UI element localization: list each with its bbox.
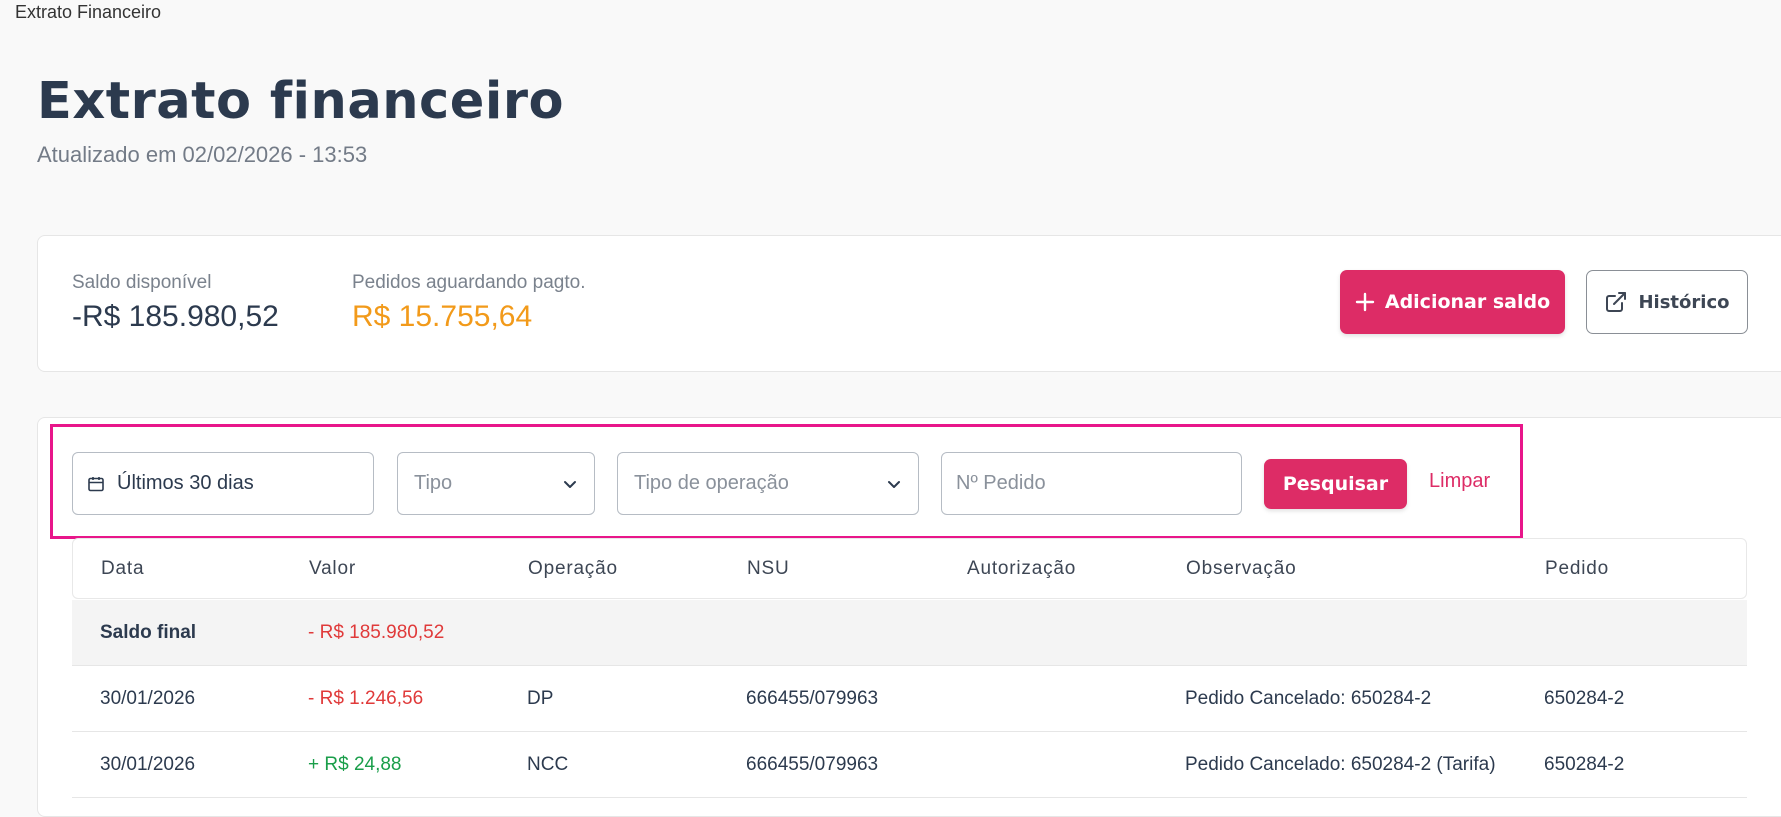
history-button[interactable]: Histórico (1586, 270, 1748, 334)
column-header-date[interactable]: Data (101, 558, 144, 580)
cell-nsu: 666455/079963 (746, 754, 879, 775)
date-range-value: Últimos 30 dias (117, 472, 254, 494)
add-balance-button[interactable]: Adicionar saldo (1340, 270, 1565, 334)
add-balance-label: Adicionar saldo (1384, 291, 1551, 313)
type-select[interactable]: Tipo (397, 452, 595, 515)
last-updated-text: Atualizado em 02/02/2026 - 13:53 (37, 142, 368, 167)
cell-date: 30/01/2026 (100, 688, 196, 709)
column-header-nsu[interactable]: NSU (747, 558, 790, 580)
pending-orders: Pedidos aguardando pagto. R$ 15.755,64 (352, 272, 585, 334)
cell-order: 650284-2 (1544, 754, 1625, 775)
clear-filters-link[interactable]: Limpar (1429, 470, 1490, 493)
cell-operation: NCC (527, 754, 569, 775)
order-number-placeholder: Nº Pedido (956, 472, 1046, 494)
column-header-value[interactable]: Valor (309, 558, 356, 580)
type-select-placeholder: Tipo (414, 472, 453, 494)
history-label: Histórico (1638, 291, 1730, 313)
cell-nsu: 666455/079963 (746, 688, 879, 709)
cell-observation: Pedido Cancelado: 650284-2 (Tarifa) (1185, 754, 1496, 775)
available-balance-value: -R$ 185.980,52 (72, 300, 279, 333)
final-balance-label: Saldo final (100, 622, 197, 643)
balance-summary-card: Saldo disponível -R$ 185.980,52 Pedidos … (37, 235, 1781, 372)
cell-value: - R$ 1.246,56 (308, 688, 424, 709)
column-header-observation[interactable]: Observação (1186, 558, 1296, 580)
operation-type-placeholder: Tipo de operação (634, 472, 789, 494)
plus-icon (1355, 292, 1375, 312)
cell-order: 650284-2 (1544, 688, 1625, 709)
calendar-icon (88, 476, 104, 491)
cell-operation: DP (527, 688, 554, 709)
page-title: Extrato financeiro (37, 72, 565, 131)
available-balance: Saldo disponível -R$ 185.980,52 (72, 272, 279, 334)
window-title: Extrato Financeiro (15, 2, 162, 22)
table-header: Data Valor Operação NSU Autorização Obse… (72, 538, 1747, 599)
search-button[interactable]: Pesquisar (1264, 459, 1407, 509)
table-row[interactable]: 30/01/2026 + R$ 24,88 NCC 666455/079963 … (72, 732, 1747, 798)
column-header-order[interactable]: Pedido (1545, 558, 1609, 580)
chevron-down-icon (888, 480, 900, 488)
column-header-authorization[interactable]: Autorização (967, 558, 1076, 580)
date-range-picker[interactable]: Últimos 30 dias (72, 452, 374, 515)
operation-type-select[interactable]: Tipo de operação (617, 452, 919, 515)
available-balance-label: Saldo disponível (72, 272, 212, 293)
chevron-down-icon (564, 480, 576, 488)
cell-observation: Pedido Cancelado: 650284-2 (1185, 688, 1432, 709)
order-number-input[interactable]: Nº Pedido (941, 452, 1242, 515)
cell-value: + R$ 24,88 (308, 754, 402, 775)
pending-orders-value: R$ 15.755,64 (352, 300, 533, 333)
table-row[interactable]: 30/01/2026 - R$ 1.246,56 DP 666455/07996… (72, 666, 1747, 732)
final-balance-row: Saldo final - R$ 185.980,52 (72, 600, 1747, 666)
cell-date: 30/01/2026 (100, 754, 196, 775)
external-link-icon (1606, 292, 1627, 312)
pending-orders-label: Pedidos aguardando pagto. (352, 272, 586, 293)
column-header-operation[interactable]: Operação (528, 558, 618, 580)
final-balance-value: - R$ 185.980,52 (308, 622, 445, 643)
